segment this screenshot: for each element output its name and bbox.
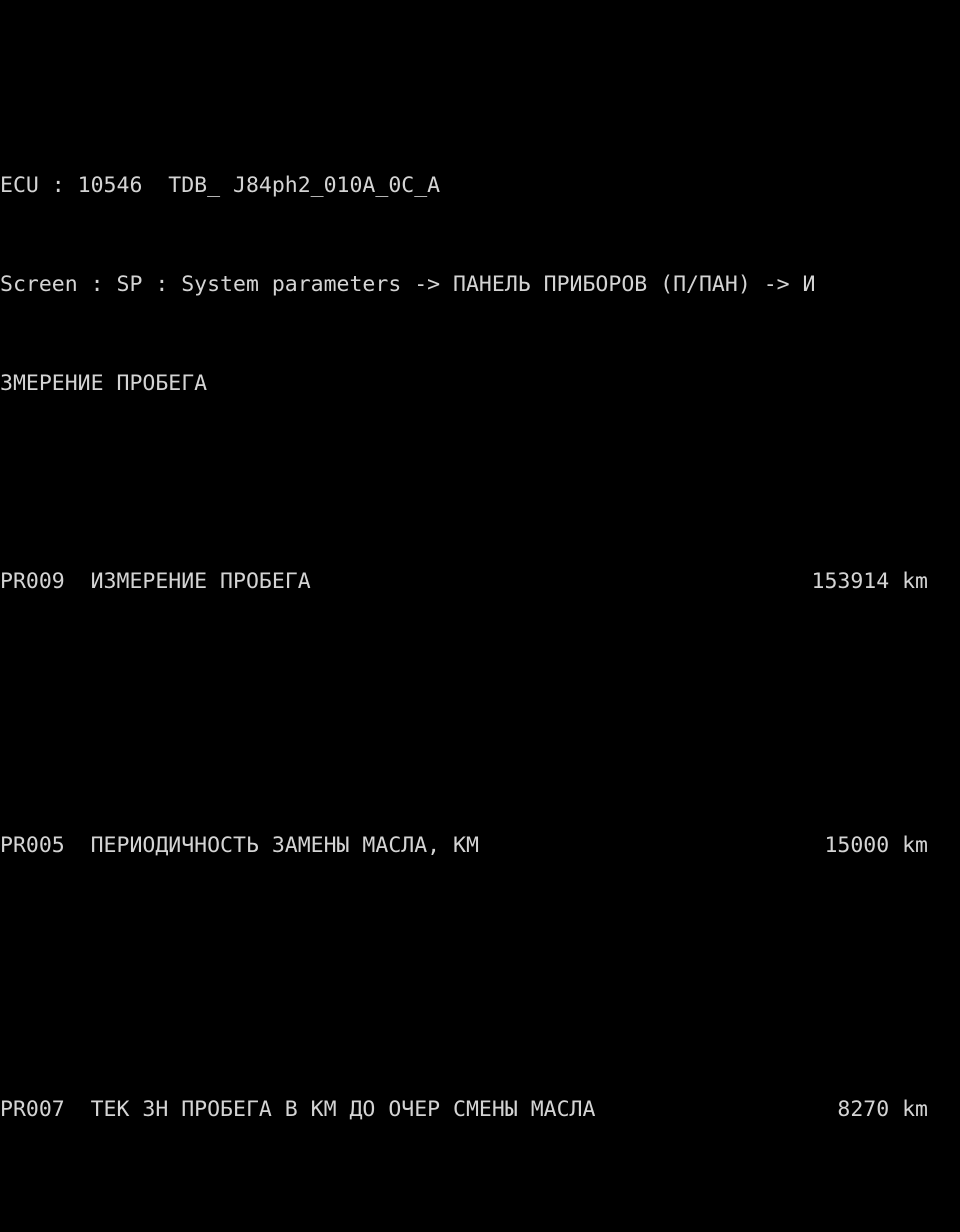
ecu-line: ECU : 10546 TDB_ J84ph2_010A_0C_A <box>0 169 960 202</box>
param-label-pr005: PR005 ПЕРИОДИЧНОСТЬ ЗАМЕНЫ МАСЛА, КМ <box>0 829 479 862</box>
param-value-pr007: 8270 km <box>837 1093 960 1126</box>
param-label-pr009: PR009 ИЗМЕРЕНИЕ ПРОБЕГА <box>0 565 311 598</box>
param-row-pr007: PR007 ТЕК ЗН ПРОБЕГА В КМ ДО ОЧЕР СМЕНЫ … <box>0 1093 960 1126</box>
param-value-pr009: 153914 km <box>812 565 960 598</box>
row-gap <box>0 697 960 730</box>
row-gap <box>0 961 960 994</box>
screen-breadcrumb-line-1: Screen : SP : System parameters -> ПАНЕЛ… <box>0 268 960 301</box>
param-row-pr005: PR005 ПЕРИОДИЧНОСТЬ ЗАМЕНЫ МАСЛА, КМ 150… <box>0 829 960 862</box>
header-block: ECU : 10546 TDB_ J84ph2_010A_0C_A Screen… <box>0 99 960 466</box>
screen-breadcrumb-line-2: ЗМЕРЕНИЕ ПРОБЕГА <box>0 367 960 400</box>
row-gap <box>0 1225 960 1232</box>
param-label-pr007: PR007 ТЕК ЗН ПРОБЕГА В КМ ДО ОЧЕР СМЕНЫ … <box>0 1093 595 1126</box>
param-row-pr009: PR009 ИЗМЕРЕНИЕ ПРОБЕГА 153914 km <box>0 565 960 598</box>
terminal-screen: ECU : 10546 TDB_ J84ph2_010A_0C_A Screen… <box>0 0 960 616</box>
param-value-pr005: 15000 km <box>824 829 960 862</box>
